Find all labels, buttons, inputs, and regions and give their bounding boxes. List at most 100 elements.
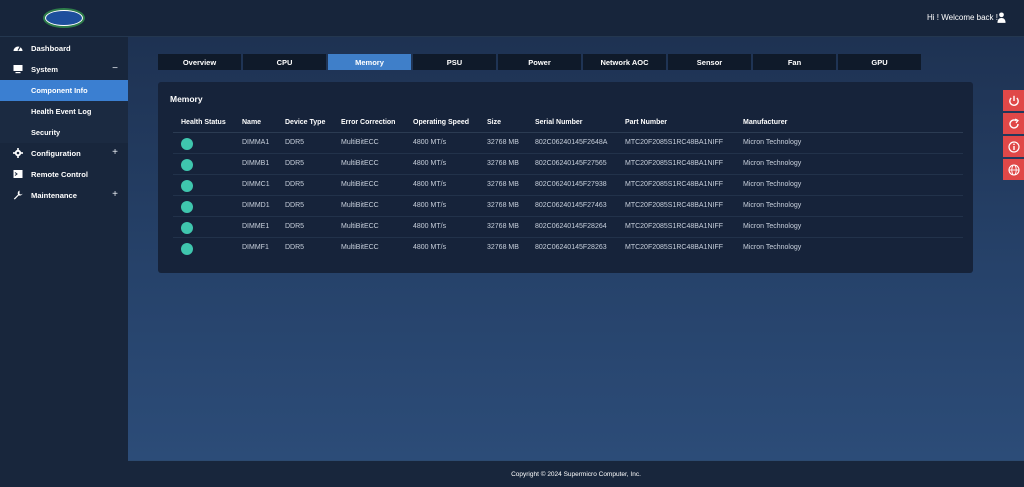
collapse-toggle[interactable]: − [112,63,118,74]
table-cell: MultiBitECC [333,195,405,217]
table-cell: 802C06240145F28264 [527,216,617,238]
table-cell: 802C06240145F27463 [527,195,617,217]
health-status-icon [181,200,193,213]
column-header: Size [479,113,527,133]
tab-cpu[interactable]: CPU [243,54,326,70]
health-status-cell [173,132,234,154]
table-cell: 32768 MB [479,132,527,154]
supermicro-logo[interactable] [43,8,85,28]
sidebar-item-dashboard[interactable]: Dashboard [0,38,128,59]
table-cell: DIMMA1 [234,132,277,154]
table-cell: 802C06240145F27938 [527,174,617,196]
language-button[interactable] [1003,159,1024,180]
table-cell: Micron Technology [735,216,963,238]
table-cell: DDR5 [277,195,333,217]
column-header: Part Number [617,113,735,133]
welcome-text: Hi ! Welcome back ! [927,13,998,22]
tab-network-aoc[interactable]: Network AOC [583,54,666,70]
table-cell: Micron Technology [743,244,802,252]
table-row: DIMMB1 DDR5 MultiBitECC 4800 MT/s 32768 MB 80… [173,153,963,175]
power-button[interactable] [1003,90,1024,111]
tab-memory[interactable]: Memory [328,54,411,70]
tab-fan[interactable]: Fan [753,54,836,70]
tab-psu[interactable]: PSU [413,54,496,70]
power-icon [1008,95,1019,106]
table-cell: MTC20F2085S1RC48BA1NIFF [617,153,735,175]
health-status-icon [181,179,193,192]
table-cell: Micron Technology [735,132,963,154]
table-cell: DDR5 [277,216,333,238]
table-cell: 4800 MT/s [405,132,479,154]
health-status-icon [181,137,193,150]
logo-mark [46,11,82,25]
panel-title: Memory [170,94,203,104]
health-status-cell [173,237,234,258]
table-cell: MultiBitECC [333,174,405,196]
info-icon [1007,140,1020,153]
table-cell: 802C06240145F28263 [535,244,607,252]
top-header: Hi ! Welcome back ! [0,0,1024,37]
sidebar-subitem-component-info[interactable]: Component Info [0,80,128,101]
column-header: Name [234,113,277,133]
table-cell: 4800 MT/s [405,174,479,196]
refresh-button[interactable] [1003,113,1024,134]
table-cell: DIMMC1 [234,174,277,196]
sidebar-item-label: Remote Control [31,170,88,179]
table-cell: DIMMB1 [234,153,277,175]
sidebar-item-label: Maintenance [31,191,77,200]
sidebar-item-remote-control[interactable]: Remote Control [0,164,128,185]
table-cell: MultiBitECC [341,244,379,252]
tab-sensor[interactable]: Sensor [668,54,751,70]
expand-toggle[interactable]: + [112,189,118,200]
table-cell: DDR5 [277,174,333,196]
sidebar-subitem-security[interactable]: Security [0,122,128,143]
wrench-icon [13,190,23,200]
table-cell: DIMMF1 [242,244,269,252]
terminal-icon [13,170,23,178]
column-header: Error Correction [333,113,405,133]
sidebar-item-label: Configuration [31,149,81,158]
table-cell: DIMME1 [234,216,277,238]
table-row: DIMMF1 DDR5 MultiBitECC 4800 MT/s 32768 MB 80… [173,237,963,258]
component-tabs: Overview CPU Memory PSU Power Network AO… [158,54,921,70]
expand-toggle[interactable]: + [112,147,118,158]
tab-overview[interactable]: Overview [158,54,241,70]
sidebar-item-maintenance[interactable]: Maintenance + [0,185,128,206]
sidebar-item-configuration[interactable]: Configuration + [0,143,128,164]
table-cell: DDR5 [277,153,333,175]
globe-icon [1007,163,1020,176]
sidebar: Dashboard System − Component Info Health… [0,37,128,487]
sidebar-item-label: Dashboard [31,44,71,53]
table-cell: 802C06240145F27565 [527,153,617,175]
gear-icon [13,148,23,158]
table-cell: MultiBitECC [333,216,405,238]
table-row: DIMME1 DDR5 MultiBitECC 4800 MT/s 32768 MB 80… [173,216,963,238]
memory-table: Health Status Name Device Type Error Cor… [173,113,963,258]
monitor-icon [13,65,23,74]
sidebar-item-label: System [31,65,59,74]
table-cell: MTC20F2085S1RC48BA1NIFF [617,132,735,154]
table-cell: MTC20F2085S1RC48BA1NIFF [617,195,735,217]
table-header-row: Health Status Name Device Type Error Cor… [173,113,963,133]
table-cell: 802C06240145F2648A [527,132,617,154]
column-header: Serial Number [527,113,617,133]
info-button[interactable] [1003,136,1024,157]
health-status-icon [181,158,193,171]
memory-panel: Memory Health Status Name Device Type Er… [158,82,973,273]
table-cell: MultiBitECC [333,153,405,175]
column-header: Health Status [173,113,234,133]
health-status-cell [173,216,234,238]
table-cell: DIMMD1 [234,195,277,217]
table-cell: 4800 MT/s [405,153,479,175]
table-cell: MTC20F2085S1RC48BA1NIFF [617,174,735,196]
user-icon[interactable] [997,12,1006,23]
footer: Copyright © 2024 Supermicro Computer, In… [128,460,1024,487]
table-cell: MultiBitECC [333,132,405,154]
table-cell: 4800 MT/s [405,195,479,217]
tab-power[interactable]: Power [498,54,581,70]
sidebar-item-system[interactable]: System − [0,59,128,80]
column-header: Operating Speed [405,113,479,133]
table-cell: 32768 MB [479,153,527,175]
tab-gpu[interactable]: GPU [838,54,921,70]
sidebar-subitem-health-event-log[interactable]: Health Event Log [0,101,128,122]
